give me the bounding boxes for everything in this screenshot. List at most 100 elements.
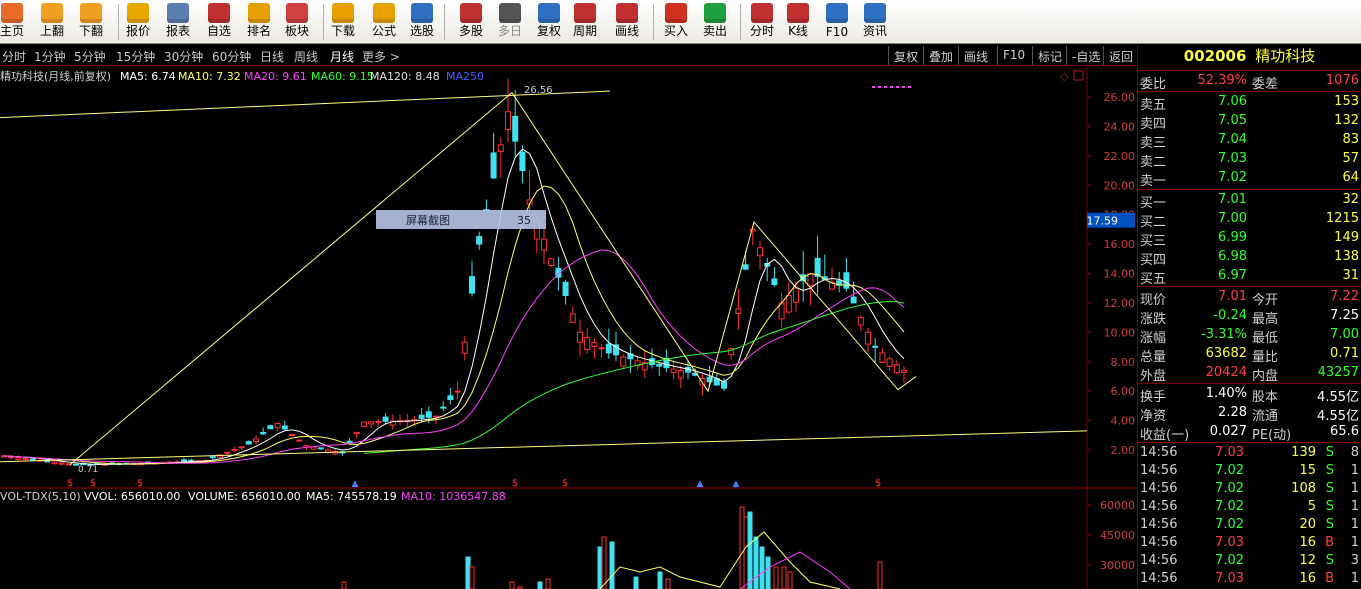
period-tab[interactable]: 月线 (330, 48, 354, 65)
tick-side: S (1325, 481, 1334, 496)
legend-item: MA10: 7.32 (178, 70, 241, 83)
price-axis-label: 12.00 (1104, 297, 1136, 310)
overlay-value: 35 (517, 214, 531, 227)
legend-item: MA5: 6.74 (120, 70, 176, 83)
candle-body (368, 421, 375, 425)
toolbar-button-16[interactable]: 买入 (656, 0, 696, 44)
candle-body (843, 272, 850, 289)
candle-body (541, 238, 547, 251)
candle-body (274, 423, 281, 429)
toolbar-button-9[interactable]: 公式 (364, 0, 404, 44)
period-tab[interactable]: 60分钟 (212, 48, 251, 65)
toolbar-button-15[interactable]: 画线 (607, 0, 647, 44)
ma-line (363, 300, 905, 454)
fund-label: 收益(一) (1140, 428, 1190, 443)
toolbar-label: 排名 (246, 24, 271, 38)
toolbar-button-18[interactable]: 分时 (742, 0, 782, 44)
stat-row: 涨幅 -3.31% 最低 7.00 (1138, 326, 1361, 346)
tick-count: 1 (1350, 499, 1359, 514)
chart-button[interactable]: 标记 (1032, 46, 1067, 65)
bid-label: 买二 (1140, 215, 1167, 230)
candle-body (886, 358, 893, 368)
candle-body (51, 461, 58, 464)
toolbar-button-17[interactable]: 卖出 (695, 0, 735, 44)
volume-bar (341, 581, 347, 589)
stat-label: 总量 (1140, 350, 1167, 365)
period-tab[interactable]: 30分钟 (164, 48, 203, 65)
main-toolbar: 主页 上翻 下翻 报价 报表 自选 排名 板块 下载 公式 选股 多股 多日 复权 周期 画线 买入 卖出 分时 K线… (0, 0, 1361, 44)
tick-time: 14:56 (1140, 553, 1178, 568)
chart-button[interactable]: F10 (997, 46, 1030, 65)
toolbar-button-12[interactable]: 多日 (490, 0, 530, 44)
ask-row: 卖一 7.02 64 (1138, 169, 1361, 189)
tick-price: 7.03 (1215, 571, 1244, 586)
toolbar-button-8[interactable]: 下载 (323, 0, 363, 44)
candle-body (310, 446, 317, 450)
candle-body (325, 449, 331, 453)
toolbar-button-6[interactable]: 排名 (239, 0, 279, 44)
tick-volume: 20 (1299, 517, 1316, 532)
volume-legend-item: VOLUME: 656010.00 (188, 490, 301, 503)
toolbar-button-11[interactable]: 多股 (451, 0, 491, 44)
kline-chart[interactable]: 精功科技(月线,前复权) MA5: 6.74 MA10: 7.32 MA20: 9.6… (0, 67, 1137, 589)
peak-label: 26.56 (524, 85, 553, 96)
period-tab[interactable]: 周线 (294, 48, 318, 65)
stat-label: 今开 (1252, 293, 1279, 308)
chart-button[interactable]: 返回 (1103, 46, 1138, 65)
chart-button[interactable]: 叠加 (923, 46, 958, 65)
toolbar-button-20[interactable]: F10 (817, 0, 857, 44)
tick-side: B (1325, 571, 1334, 586)
bid-volume: 31 (1342, 268, 1359, 283)
divider (1138, 442, 1361, 443)
bid-row: 买一 7.01 32 (1138, 191, 1361, 211)
toolbar-button-4[interactable]: 报表 (158, 0, 198, 44)
chart-button[interactable]: 画线 (958, 46, 993, 65)
candle-body (361, 421, 367, 427)
toolbar-button-10[interactable]: 选股 (402, 0, 442, 44)
legend-item: MA250 (446, 70, 484, 83)
kline-icon (787, 3, 809, 23)
period-tab[interactable]: 5分钟 (74, 48, 106, 65)
toolbar-button-7[interactable]: 板块 (277, 0, 317, 44)
period-tab[interactable]: 日线 (260, 48, 284, 65)
volume-axis-label: 60000 (1100, 499, 1135, 512)
toolbar-button-21[interactable]: 资讯 (855, 0, 895, 44)
toolbar-button-5[interactable]: 自选 (199, 0, 239, 44)
bid-price: 6.98 (1218, 249, 1247, 264)
tick-time: 14:56 (1140, 463, 1178, 478)
toolbar-button-3[interactable]: 报价 (118, 0, 158, 44)
stat-row: 外盘 20424 内盘 43257 (1138, 364, 1361, 384)
ask-label: 卖五 (1140, 98, 1167, 113)
bid-row: 买四 6.98 138 (1138, 248, 1361, 268)
candle-body (238, 446, 245, 449)
tick-count: 3 (1350, 553, 1359, 568)
bid-volume: 32 (1342, 192, 1359, 207)
candle-body (742, 264, 749, 270)
chart-button[interactable]: 复权 (888, 46, 923, 65)
period-tab[interactable]: 分时 (2, 48, 26, 65)
toolbar-button-1[interactable]: 上翻 (32, 0, 72, 44)
candle-body (289, 434, 295, 437)
intraday-icon (751, 3, 773, 23)
candle-body (260, 432, 267, 435)
candle-body (656, 363, 663, 367)
chart-button[interactable]: -自选 (1066, 46, 1105, 65)
candle-body (29, 458, 36, 461)
tick-price: 7.02 (1215, 463, 1244, 478)
toolbar-button-2[interactable]: 下翻 (71, 0, 111, 44)
stat-label: 现价 (1140, 293, 1167, 308)
toolbar-button-19[interactable]: K线 (778, 0, 818, 44)
period-tab[interactable]: 1分钟 (34, 48, 66, 65)
toolbar-button-14[interactable]: 周期 (565, 0, 605, 44)
sector-grid-icon (286, 3, 308, 23)
period-tab[interactable]: 15分钟 (116, 48, 155, 65)
bid-price: 7.00 (1218, 211, 1247, 226)
buy-signal-icon: ▲ (697, 479, 704, 489)
period-tab[interactable]: 更多 > (362, 48, 400, 65)
ask-price: 7.05 (1218, 113, 1247, 128)
toolbar-button-13[interactable]: 复权 (529, 0, 569, 44)
ask-row: 卖五 7.06 153 (1138, 93, 1361, 113)
toolbar-button-0[interactable]: 主页 (0, 0, 32, 44)
stock-code: 002006 (1183, 47, 1247, 65)
fund-label: 净资 (1140, 409, 1167, 424)
